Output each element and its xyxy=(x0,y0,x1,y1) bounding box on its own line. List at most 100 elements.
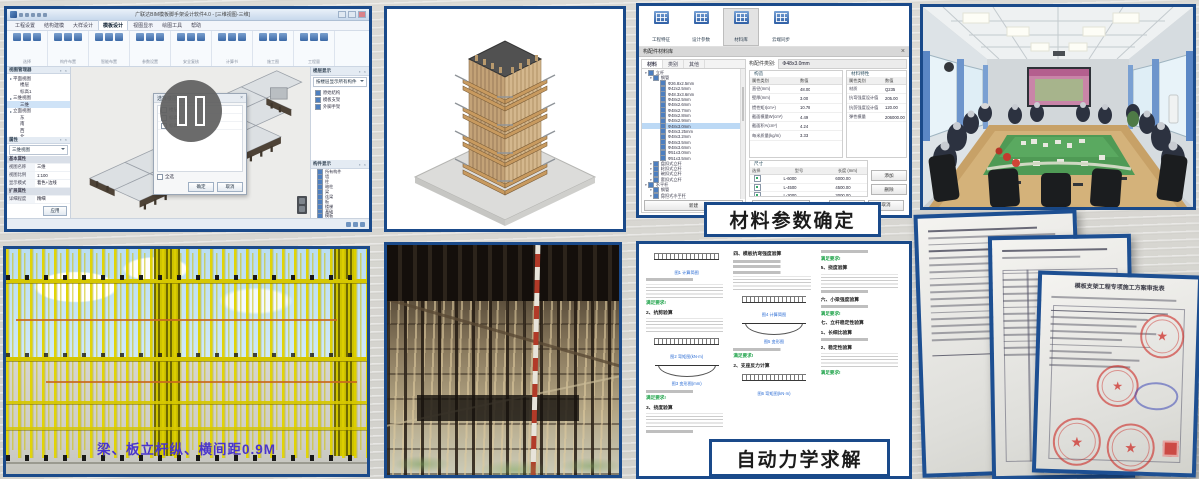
checkbox-icon[interactable] xyxy=(754,192,761,196)
tool-icon[interactable] xyxy=(136,33,144,41)
tool-icon[interactable] xyxy=(269,33,277,41)
ribbon-icons[interactable] xyxy=(10,33,44,41)
checkbox-icon[interactable] xyxy=(754,175,761,182)
tool-icon[interactable] xyxy=(115,33,123,41)
pin-close-icons[interactable]: ▪ × xyxy=(60,137,68,142)
scrollbar[interactable] xyxy=(740,69,745,199)
ribbon-icons[interactable] xyxy=(256,33,290,41)
side-button[interactable]: 删除 xyxy=(871,184,907,195)
window-controls[interactable] xyxy=(338,11,366,18)
material-tab[interactable]: 类别 xyxy=(663,60,684,68)
apply-button[interactable]: 应用 xyxy=(43,206,67,216)
close-icon[interactable] xyxy=(358,11,366,18)
tool-icon[interactable] xyxy=(33,33,41,41)
checkbox-icon[interactable] xyxy=(315,97,321,103)
ribbon-tab[interactable]: 模板设计 xyxy=(98,20,128,30)
tool-icon[interactable] xyxy=(300,33,308,41)
filter-tree-item[interactable]: 外脚手架 xyxy=(311,103,369,110)
tool-icon[interactable] xyxy=(105,33,113,41)
tree-expand-icon[interactable]: ▸ xyxy=(10,76,12,81)
ribbon-group[interactable]: 构件布置 xyxy=(48,31,89,66)
material-tree-item[interactable]: ▾ 轮扣式水平杆 xyxy=(642,198,745,199)
checkbox-icon[interactable] xyxy=(754,184,761,191)
tree-expand-icon[interactable]: ▸ xyxy=(10,109,12,114)
ribbon-group[interactable]: 计算书 xyxy=(212,31,253,66)
toolbar-button[interactable]: 材料库 xyxy=(723,8,759,46)
ribbon-icons[interactable] xyxy=(92,33,126,41)
tool-icon[interactable] xyxy=(54,33,62,41)
tree-expand-icon[interactable]: ▾ xyxy=(650,188,652,192)
ribbon-icons[interactable] xyxy=(133,33,167,41)
ribbon-group[interactable]: 参数设置 xyxy=(130,31,171,66)
tree-expand-icon[interactable]: ▾ xyxy=(650,172,652,176)
toolbar-button[interactable]: 工程特征 xyxy=(643,8,679,46)
tool-icon[interactable] xyxy=(95,33,103,41)
tree-expand-icon[interactable]: ▾ xyxy=(645,183,647,187)
tool-icon[interactable] xyxy=(320,33,328,41)
ribbon-group[interactable]: 施工图 xyxy=(253,31,294,66)
cancel-button[interactable]: 取消 xyxy=(217,182,243,192)
checkbox-icon[interactable] xyxy=(653,198,659,199)
ribbon-icons[interactable] xyxy=(174,33,208,41)
ribbon-icons[interactable] xyxy=(297,33,331,41)
quick-access-toolbar[interactable] xyxy=(19,13,47,17)
tree-expand-icon[interactable]: ▾ xyxy=(650,76,652,80)
video-pause-overlay[interactable] xyxy=(160,80,222,142)
pin-close-icons[interactable]: ▪ × xyxy=(60,68,68,73)
close-icon[interactable]: × xyxy=(901,48,905,55)
tree-expand-icon[interactable]: ▾ xyxy=(650,162,652,166)
tool-icon[interactable] xyxy=(177,33,185,41)
filter-tree-item[interactable]: 模板支架 xyxy=(311,96,369,103)
bim-3d-canvas[interactable]: 选择楼层 × 楼层 标高1 标高2 xyxy=(71,67,310,218)
maximize-icon[interactable] xyxy=(348,11,356,18)
tool-icon[interactable] xyxy=(74,33,82,41)
dialog-close-icon[interactable]: × xyxy=(240,95,243,101)
checkbox-icon[interactable] xyxy=(315,90,321,96)
checkbox-icon[interactable] xyxy=(157,174,163,180)
tool-icon[interactable] xyxy=(187,33,195,41)
minimize-icon[interactable] xyxy=(338,11,346,18)
pin-close-icons[interactable]: ▪ × xyxy=(359,162,367,167)
ribbon-tab[interactable]: 大样设计 xyxy=(69,21,97,30)
ribbon-icons[interactable] xyxy=(215,33,249,41)
tool-icon[interactable] xyxy=(228,33,236,41)
ribbon-group[interactable]: 工程量 xyxy=(294,31,335,66)
filter-selector[interactable]: 按楼层显示所有构件 xyxy=(313,77,367,87)
toolbar-button[interactable]: 云端同步 xyxy=(763,8,799,46)
side-button[interactable]: 添加 xyxy=(871,170,907,181)
tool-icon[interactable] xyxy=(64,33,72,41)
status-icon[interactable] xyxy=(360,222,365,227)
filter-tree-item[interactable]: 原始结构 xyxy=(311,89,369,96)
tree-expand-icon[interactable]: ▾ xyxy=(650,194,652,198)
tree-expand-icon[interactable]: ▾ xyxy=(645,71,647,75)
ok-button[interactable]: 确定 xyxy=(188,182,214,192)
ribbon-tab[interactable]: 结构建模 xyxy=(40,21,68,30)
material-tab[interactable]: 材料 xyxy=(642,60,663,68)
tool-icon[interactable] xyxy=(156,33,164,41)
props-type-selector[interactable]: 三维视图 xyxy=(9,145,68,155)
ribbon-group[interactable]: 选择 xyxy=(7,31,48,66)
ribbon-icons[interactable] xyxy=(51,33,85,41)
status-icon[interactable] xyxy=(353,222,358,227)
size-row[interactable]: L-3000 3000.00 xyxy=(750,192,867,196)
toolbar-button[interactable]: 设计参数 xyxy=(683,8,719,46)
ribbon-tab[interactable]: 视图显示 xyxy=(129,21,157,30)
ribbon-tab[interactable]: 绘图工具 xyxy=(158,21,186,30)
pin-close-icons[interactable]: ▪ × xyxy=(359,69,367,74)
ribbon-group[interactable]: 智能布置 xyxy=(89,31,130,66)
tool-icon[interactable] xyxy=(310,33,318,41)
tool-icon[interactable] xyxy=(238,33,246,41)
tool-icon[interactable] xyxy=(23,33,31,41)
checkbox-icon[interactable] xyxy=(315,104,321,110)
tool-icon[interactable] xyxy=(279,33,287,41)
tree-expand-icon[interactable]: ▸ xyxy=(10,96,12,101)
ribbon-tab[interactable]: 帮助 xyxy=(187,21,205,30)
tool-icon[interactable] xyxy=(13,33,21,41)
tool-icon[interactable] xyxy=(259,33,267,41)
checkbox-icon[interactable] xyxy=(653,75,659,81)
select-all-checkbox[interactable]: 全选 xyxy=(157,174,243,180)
tool-icon[interactable] xyxy=(218,33,226,41)
size-row[interactable]: L-6000 6000.00 xyxy=(750,175,867,184)
ribbon-tab[interactable]: 工程设置 xyxy=(11,21,39,30)
material-tab[interactable]: 其他 xyxy=(684,60,705,68)
